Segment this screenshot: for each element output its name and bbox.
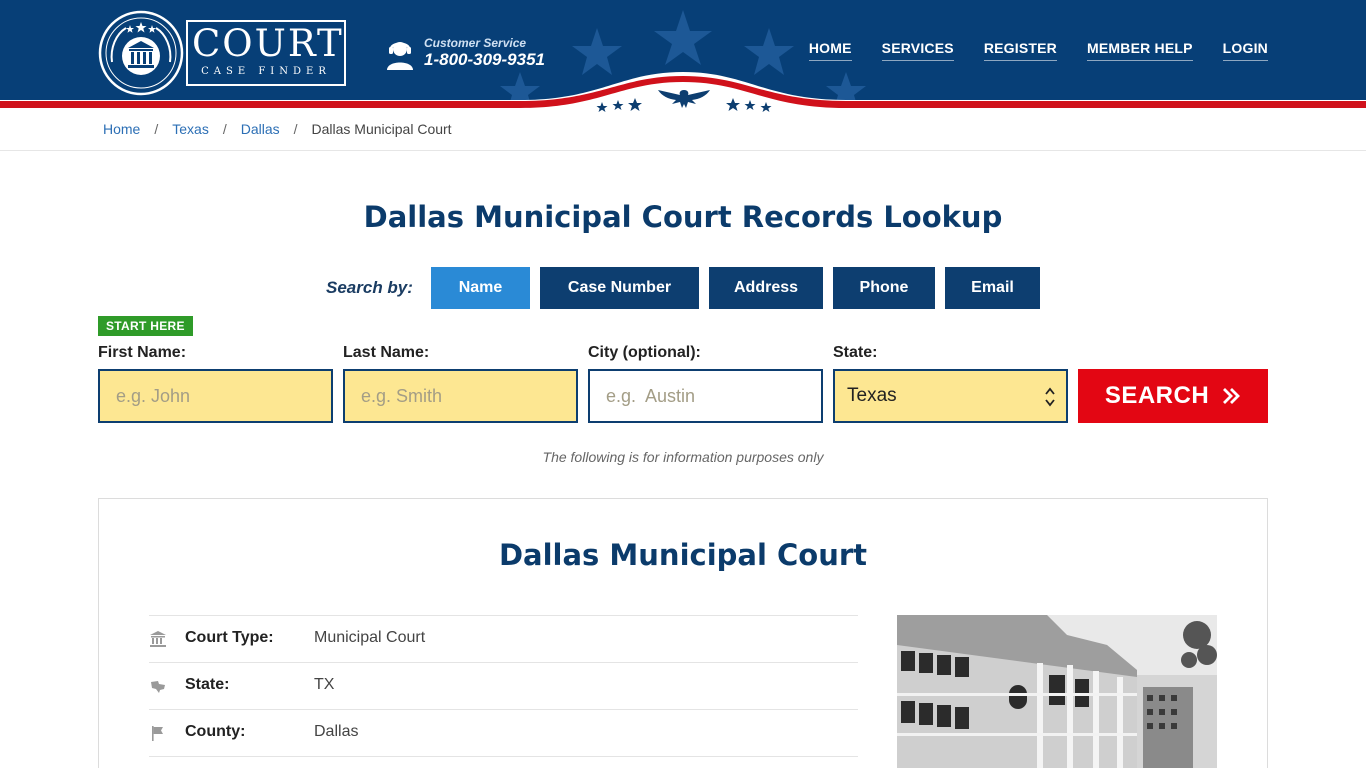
- state-label: State:: [833, 344, 878, 361]
- courthouse-icon: [150, 631, 166, 647]
- nav-home[interactable]: HOME: [808, 40, 852, 61]
- flag-icon: [152, 726, 163, 741]
- tab-address[interactable]: Address: [709, 267, 823, 309]
- courthouse-building-image: [897, 615, 1217, 768]
- nav-services[interactable]: SERVICES: [881, 40, 954, 61]
- courthouse-photo: [897, 615, 1217, 768]
- tab-case-number[interactable]: Case Number: [540, 267, 699, 309]
- breadcrumb-separator: /: [293, 121, 298, 137]
- tab-email[interactable]: Email: [945, 267, 1040, 309]
- breadcrumb-separator: /: [154, 121, 159, 137]
- city-label: City (optional):: [588, 344, 701, 361]
- info-row-divider: [149, 756, 858, 768]
- logo-wordmark: COURT CASE FINDER: [186, 20, 346, 86]
- info-row-county: County: Dallas: [149, 709, 858, 756]
- breadcrumb-texas[interactable]: Texas: [172, 121, 209, 137]
- state-map-icon: [151, 681, 165, 693]
- last-name-input[interactable]: [343, 369, 578, 423]
- nav-member-help[interactable]: MEMBER HELP: [1087, 40, 1193, 61]
- double-chevron-right-icon: [1223, 388, 1241, 404]
- breadcrumb-divider: [0, 150, 1366, 151]
- courthouse-seal-icon: [98, 10, 184, 96]
- tab-name[interactable]: Name: [431, 267, 530, 309]
- state-select-value: Texas: [847, 385, 897, 406]
- page-title: Dallas Municipal Court Records Lookup: [363, 200, 1003, 234]
- first-name-label: First Name:: [98, 344, 187, 361]
- county-label: County:: [185, 723, 246, 740]
- search-button-label: SEARCH: [1104, 382, 1210, 409]
- city-input[interactable]: [588, 369, 823, 423]
- breadcrumb-home[interactable]: Home: [103, 121, 140, 137]
- county-value: Dallas: [314, 723, 359, 740]
- select-arrows-icon: [1045, 387, 1055, 407]
- court-type-value: Municipal Court: [314, 629, 426, 646]
- court-type-label: Court Type:: [185, 629, 274, 646]
- logo-subtitle: CASE FINDER: [201, 66, 331, 77]
- breadcrumb-dallas[interactable]: Dallas: [241, 121, 280, 137]
- first-name-input[interactable]: [98, 369, 333, 423]
- search-by-label: Search by:: [326, 278, 413, 297]
- state-info-value: TX: [314, 676, 335, 693]
- last-name-label: Last Name:: [343, 344, 430, 361]
- main-nav: HOME SERVICES REGISTER MEMBER HELP LOGIN: [808, 40, 1268, 61]
- eagle-emblem-icon: [596, 90, 772, 112]
- breadcrumb-current: Dallas Municipal Court: [311, 121, 452, 137]
- info-row-state: State: TX: [149, 662, 858, 709]
- court-title: Dallas Municipal Court: [498, 538, 868, 572]
- site-logo[interactable]: COURT CASE FINDER: [98, 10, 348, 96]
- nav-register[interactable]: REGISTER: [983, 40, 1057, 61]
- start-here-badge: START HERE: [98, 316, 193, 336]
- info-row-court-type: Court Type: Municipal Court: [149, 615, 858, 662]
- nav-login[interactable]: LOGIN: [1222, 40, 1268, 61]
- logo-title: COURT: [192, 22, 344, 65]
- breadcrumb: Home / Texas / Dallas / Dallas Municipal…: [103, 121, 452, 137]
- state-info-label: State:: [185, 676, 230, 693]
- information-note: The following is for information purpose…: [542, 449, 824, 465]
- state-select[interactable]: Texas: [833, 369, 1068, 423]
- tab-phone[interactable]: Phone: [833, 267, 935, 309]
- headset-agent-icon: [387, 42, 413, 70]
- search-button[interactable]: SEARCH: [1078, 369, 1268, 423]
- breadcrumb-separator: /: [222, 121, 227, 137]
- customer-service-phone[interactable]: 1-800-309-9351: [424, 50, 545, 70]
- site-header: COURT CASE FINDER Customer Service 1-800…: [0, 0, 1366, 112]
- customer-service-label: Customer Service: [424, 36, 527, 50]
- customer-service[interactable]: Customer Service 1-800-309-9351: [386, 36, 566, 72]
